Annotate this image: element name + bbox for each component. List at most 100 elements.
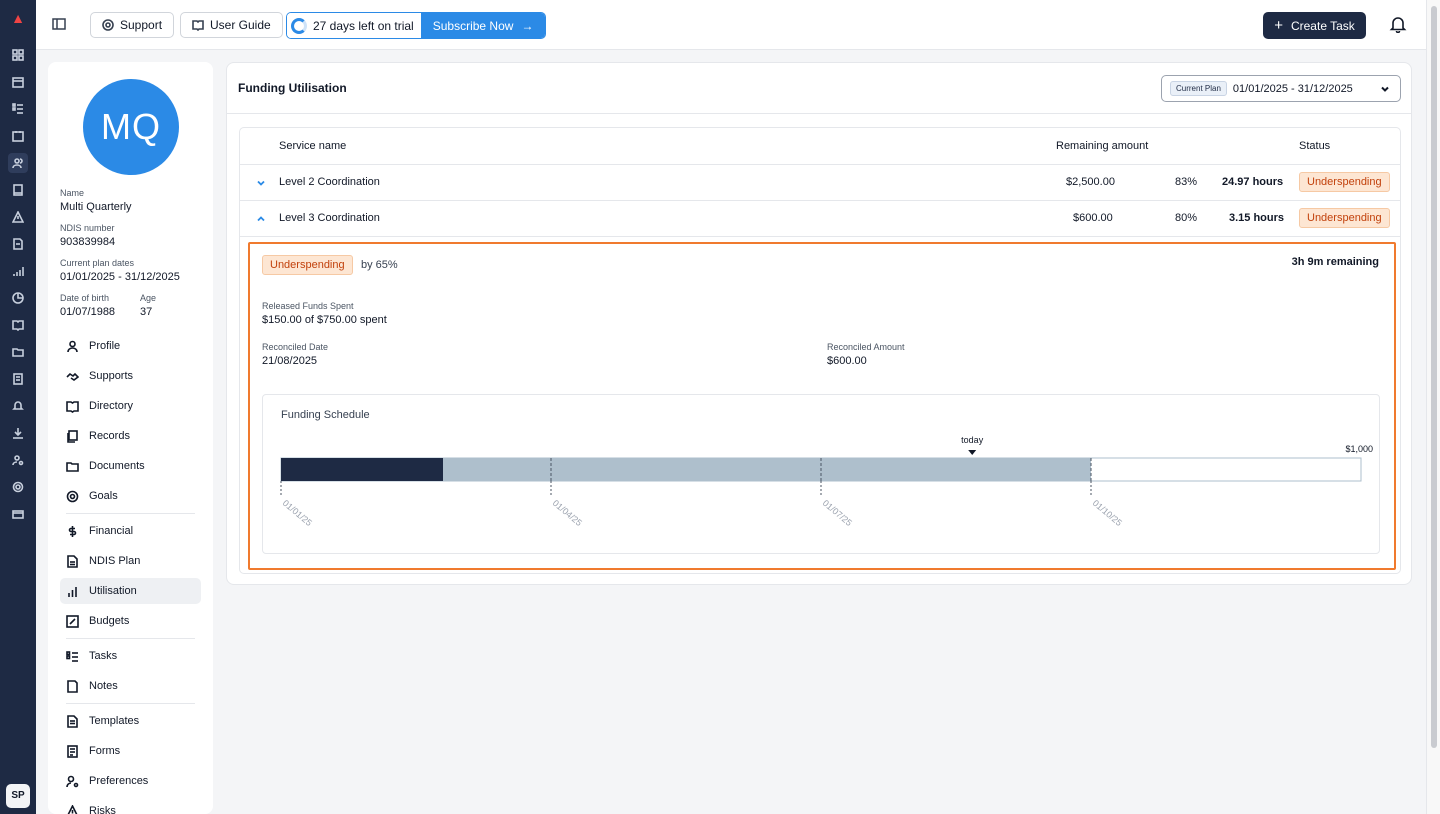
pie-chart-icon[interactable] bbox=[8, 288, 28, 308]
user-settings-icon[interactable] bbox=[8, 450, 28, 470]
remaining-percent: 80% bbox=[1175, 212, 1198, 224]
tasks-icon[interactable] bbox=[8, 99, 28, 119]
participants-icon[interactable] bbox=[8, 153, 28, 173]
menu-item-forms[interactable]: Forms bbox=[60, 738, 201, 764]
current-plan-tag: Current Plan bbox=[1170, 81, 1227, 96]
schedule-icon[interactable] bbox=[8, 126, 28, 146]
bell-icon[interactable] bbox=[1389, 15, 1407, 34]
menu-item-budgets[interactable]: Budgets bbox=[60, 608, 201, 634]
calendar-icon[interactable] bbox=[8, 72, 28, 92]
menu-item-tasks[interactable]: Tasks bbox=[60, 643, 201, 669]
menu-label: Supports bbox=[89, 370, 134, 382]
menu-label: Forms bbox=[89, 745, 121, 757]
menu-item-ndis-plan[interactable]: NDIS Plan bbox=[60, 548, 201, 574]
plan-period-select[interactable]: Current Plan 01/01/2025 - 31/12/2025 bbox=[1161, 75, 1401, 102]
user-icon bbox=[67, 340, 78, 352]
notification-icon[interactable] bbox=[8, 396, 28, 416]
top-bar: Support User Guide 27 days left on trial… bbox=[36, 0, 1426, 50]
time-remaining: 3h 9m remaining bbox=[1291, 256, 1379, 268]
app-logo-icon[interactable]: ▲ bbox=[10, 10, 26, 26]
percent-icon bbox=[66, 614, 79, 628]
create-task-button[interactable]: + Create Task bbox=[1263, 12, 1366, 39]
menu-item-utilisation[interactable]: Utilisation bbox=[60, 578, 201, 604]
download-icon[interactable] bbox=[8, 423, 28, 443]
remaining-percent: 83% bbox=[1175, 176, 1198, 188]
menu-item-notes[interactable]: Notes bbox=[60, 673, 201, 699]
dob-label: Date of birth bbox=[60, 293, 110, 303]
support-button[interactable]: Support bbox=[90, 12, 175, 38]
warning-icon bbox=[67, 804, 78, 814]
col-service-name: Service name bbox=[279, 140, 347, 152]
plan-range: 01/01/2025 - 31/12/2025 bbox=[1232, 82, 1353, 95]
report-icon[interactable] bbox=[8, 369, 28, 389]
x-tick-label: 01/01/25 bbox=[281, 498, 314, 528]
remaining-hours: 24.97 hours bbox=[1222, 176, 1284, 188]
participant-profile-panel: MQ Name Multi Quarterly NDIS number 9038… bbox=[48, 62, 213, 814]
participant-menu: Profile Supports Directory Records Docum… bbox=[60, 333, 201, 814]
menu-label: Financial bbox=[89, 525, 134, 537]
menu-label: Preferences bbox=[89, 775, 149, 787]
max-amount-label: $1,000 bbox=[1345, 444, 1373, 454]
remaining-amount: $2,500.00 bbox=[1066, 176, 1115, 188]
menu-label: Documents bbox=[89, 460, 145, 472]
plus-icon: + bbox=[1274, 16, 1283, 34]
subscribe-button[interactable]: Subscribe Now → bbox=[420, 13, 546, 38]
reconciled-date-label: Reconciled Date bbox=[262, 342, 329, 352]
menu-item-templates[interactable]: Templates bbox=[60, 708, 201, 734]
participant-name: Multi Quarterly bbox=[60, 201, 132, 213]
menu-divider bbox=[66, 513, 195, 514]
card-icon[interactable] bbox=[8, 504, 28, 524]
menu-divider bbox=[66, 638, 195, 639]
template-icon bbox=[67, 714, 78, 728]
book-open-icon[interactable] bbox=[8, 315, 28, 335]
menu-item-directory[interactable]: Directory bbox=[60, 393, 201, 419]
menu-item-preferences[interactable]: Preferences bbox=[60, 768, 201, 794]
user-avatar[interactable]: SP bbox=[6, 784, 30, 808]
underspend-percent: by 65% bbox=[361, 259, 398, 271]
page-scrollbar[interactable] bbox=[1426, 0, 1440, 814]
today-label: today bbox=[961, 435, 984, 445]
book-open-icon bbox=[192, 20, 204, 31]
page-title: Funding Utilisation bbox=[238, 81, 347, 95]
chevron-down-icon bbox=[1381, 86, 1389, 92]
menu-item-supports[interactable]: Supports bbox=[60, 363, 201, 389]
status-badge: Underspending bbox=[1299, 208, 1390, 228]
row-divider bbox=[240, 164, 1400, 165]
invoice-icon[interactable] bbox=[8, 234, 28, 254]
create-task-label: Create Task bbox=[1290, 18, 1355, 33]
menu-label: Templates bbox=[89, 715, 140, 727]
age-value: 37 bbox=[140, 306, 153, 318]
funding-schedule-chart: Funding Schedule 01/01/25 01/04/25 01/07/2… bbox=[262, 394, 1380, 554]
menu-label: Utilisation bbox=[89, 585, 137, 597]
settings-icon[interactable] bbox=[8, 477, 28, 497]
menu-label: Notes bbox=[89, 680, 118, 692]
signal-icon[interactable] bbox=[8, 261, 28, 281]
x-tick-label: 01/10/25 bbox=[1091, 498, 1124, 528]
menu-item-profile[interactable]: Profile bbox=[60, 333, 201, 359]
menu-item-records[interactable]: Records bbox=[60, 423, 201, 449]
folder-icon[interactable] bbox=[8, 342, 28, 362]
menu-divider bbox=[66, 703, 195, 704]
menu-item-documents[interactable]: Documents bbox=[60, 453, 201, 479]
list-checks-icon bbox=[66, 650, 78, 662]
menu-item-financial[interactable]: Financial bbox=[60, 518, 201, 544]
sidebar-toggle-icon[interactable] bbox=[52, 17, 68, 33]
scrollbar-thumb[interactable] bbox=[1431, 6, 1437, 748]
chevron-down-icon[interactable] bbox=[256, 177, 266, 187]
chevron-up-icon[interactable] bbox=[256, 213, 266, 223]
book-icon[interactable] bbox=[8, 180, 28, 200]
released-funds-label: Released Funds Spent bbox=[262, 301, 354, 311]
dashboard-icon[interactable] bbox=[8, 45, 28, 65]
ndis-label: NDIS number bbox=[60, 223, 115, 233]
reconciled-date-value: 21/08/2025 bbox=[262, 355, 318, 367]
menu-item-goals[interactable]: Goals bbox=[60, 483, 201, 509]
trial-text: 27 days left on trial bbox=[313, 18, 414, 33]
menu-label: Records bbox=[89, 430, 130, 442]
alert-icon[interactable] bbox=[8, 207, 28, 227]
menu-item-risks[interactable]: Risks bbox=[60, 798, 201, 814]
plan-dates-label: Current plan dates bbox=[60, 258, 135, 268]
service-name: Level 2 Coordination bbox=[279, 176, 380, 188]
row-divider bbox=[240, 200, 1400, 201]
user-guide-button[interactable]: User Guide bbox=[180, 12, 283, 38]
plan-dates: 01/01/2025 - 31/12/2025 bbox=[60, 271, 180, 283]
